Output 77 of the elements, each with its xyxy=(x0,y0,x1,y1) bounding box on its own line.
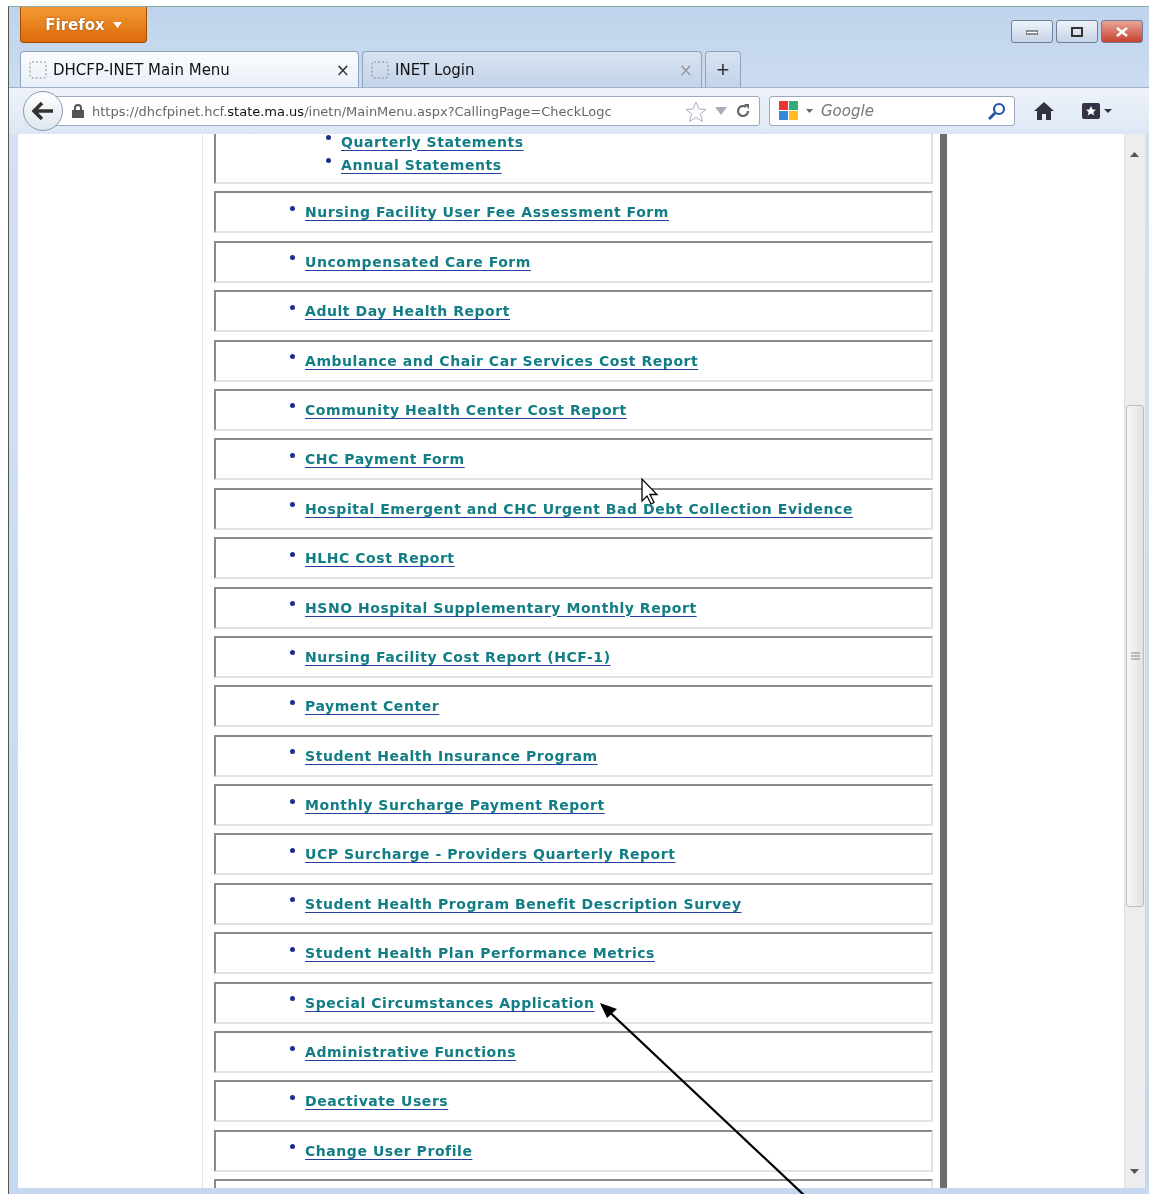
bullet-icon xyxy=(290,502,295,508)
bullet-icon xyxy=(326,158,331,163)
bullet-icon xyxy=(290,749,295,755)
menu-link[interactable]: Community Health Center Cost Report xyxy=(305,401,627,418)
menu-link[interactable]: Annual Statements xyxy=(341,156,502,173)
bullet-icon xyxy=(290,1045,295,1051)
menu-link[interactable]: Student Health Plan Performance Metrics xyxy=(305,945,655,962)
home-icon[interactable] xyxy=(1033,101,1055,121)
reload-icon[interactable] xyxy=(735,103,751,119)
menu-link[interactable]: CHC Payment Form xyxy=(305,451,465,468)
minimize-button[interactable] xyxy=(1011,20,1053,43)
search-engine-icon xyxy=(778,100,800,122)
menu-link[interactable]: HSNO Hospital Supplementary Monthly Report xyxy=(305,599,697,616)
bullet-icon xyxy=(290,897,295,903)
bullet-icon xyxy=(290,304,295,310)
star-icon[interactable] xyxy=(685,100,707,122)
menu-link[interactable]: Student Health Program Benefit Description Survey xyxy=(305,895,742,912)
menu-link[interactable]: Nursing Facility Cost Report (HCF-1) xyxy=(305,648,611,665)
menu-link[interactable]: Deactivate Users xyxy=(305,1093,449,1110)
minimize-icon xyxy=(1026,28,1038,35)
maximize-button[interactable] xyxy=(1056,20,1098,43)
menu-link[interactable]: Administrative Functions xyxy=(305,1044,517,1061)
url-text: https://dhcfpinet.hcf.state.ma.us/inetn/MainMenu.aspx?CallingPage=CheckLogc xyxy=(92,103,613,119)
search-field[interactable]: Google xyxy=(819,101,982,121)
bullet-icon xyxy=(290,452,295,458)
browser-tab[interactable]: INET Login × xyxy=(362,51,702,87)
bullet-icon xyxy=(290,551,295,557)
tab-title: DHCFP-INET Main Menu xyxy=(53,60,231,79)
tab-close-button[interactable]: × xyxy=(335,59,350,80)
bullet-icon xyxy=(290,650,295,656)
caret-icon xyxy=(112,21,122,28)
bullet-icon xyxy=(290,699,295,705)
bullet-icon xyxy=(326,135,331,140)
new-tab-button[interactable]: + xyxy=(705,51,741,87)
close-icon xyxy=(1116,26,1128,37)
bullet-icon xyxy=(290,1144,295,1150)
search-icon[interactable] xyxy=(988,102,1006,120)
menu-link[interactable]: HLHC Cost Report xyxy=(305,550,455,567)
bullet-icon xyxy=(290,946,295,952)
menu-link[interactable]: Nursing Facility User Fee Assessment Form xyxy=(305,204,669,221)
caret-icon xyxy=(806,109,813,113)
menu-link[interactable]: Special Circumstances Application xyxy=(305,994,595,1011)
bullet-icon xyxy=(290,403,295,409)
back-button[interactable] xyxy=(23,91,63,131)
bookmarks-icon[interactable] xyxy=(1081,101,1113,121)
page-icon xyxy=(371,60,389,79)
lock-icon xyxy=(72,104,84,118)
page-icon xyxy=(29,60,47,79)
bullet-icon xyxy=(290,798,295,804)
close-button[interactable] xyxy=(1101,20,1143,43)
menu-link[interactable]: Hospital Emergent and CHC Urgent Bad Debt Collection Evidence xyxy=(305,500,853,517)
menu-link[interactable]: Student Health Insurance Program xyxy=(305,747,598,764)
bullet-icon xyxy=(290,354,295,360)
back-arrow-icon xyxy=(32,102,54,120)
maximize-icon xyxy=(1071,26,1083,37)
menu-link[interactable]: Quarterly Statements xyxy=(341,134,524,150)
menu-link[interactable]: Uncompensated Care Form xyxy=(305,253,531,270)
bullet-icon xyxy=(290,996,295,1002)
bullet-icon xyxy=(290,205,295,211)
menu-link[interactable]: Monthly Surcharge Payment Report xyxy=(305,797,605,814)
mouse-cursor-icon xyxy=(641,478,659,505)
menu-link[interactable]: Change User Profile xyxy=(305,1142,473,1159)
menu-link[interactable]: Payment Center xyxy=(305,698,440,715)
firefox-menu-button[interactable]: Firefox xyxy=(20,7,147,43)
bullet-icon xyxy=(290,255,295,261)
browser-tab[interactable]: DHCFP-INET Main Menu × xyxy=(20,51,359,87)
menu-link[interactable]: UCP Surcharge - Providers Quarterly Report xyxy=(305,846,676,863)
menu-link[interactable]: Adult Day Health Report xyxy=(305,303,510,320)
scrollbar[interactable] xyxy=(1124,134,1145,1188)
scroll-thumb[interactable] xyxy=(1126,405,1144,907)
tab-title: INET Login xyxy=(395,60,476,79)
bullet-icon xyxy=(290,1094,295,1100)
search-bar[interactable]: Google xyxy=(769,96,1015,126)
address-field[interactable]: https://dhcfpinet.hcf.state.ma.us/inetn/MainMenu.aspx?CallingPage=CheckLogc xyxy=(55,96,760,126)
bullet-icon xyxy=(290,847,295,853)
bullet-icon xyxy=(290,601,295,606)
menu-link[interactable]: Ambulance and Chair Car Services Cost Report xyxy=(305,352,699,369)
